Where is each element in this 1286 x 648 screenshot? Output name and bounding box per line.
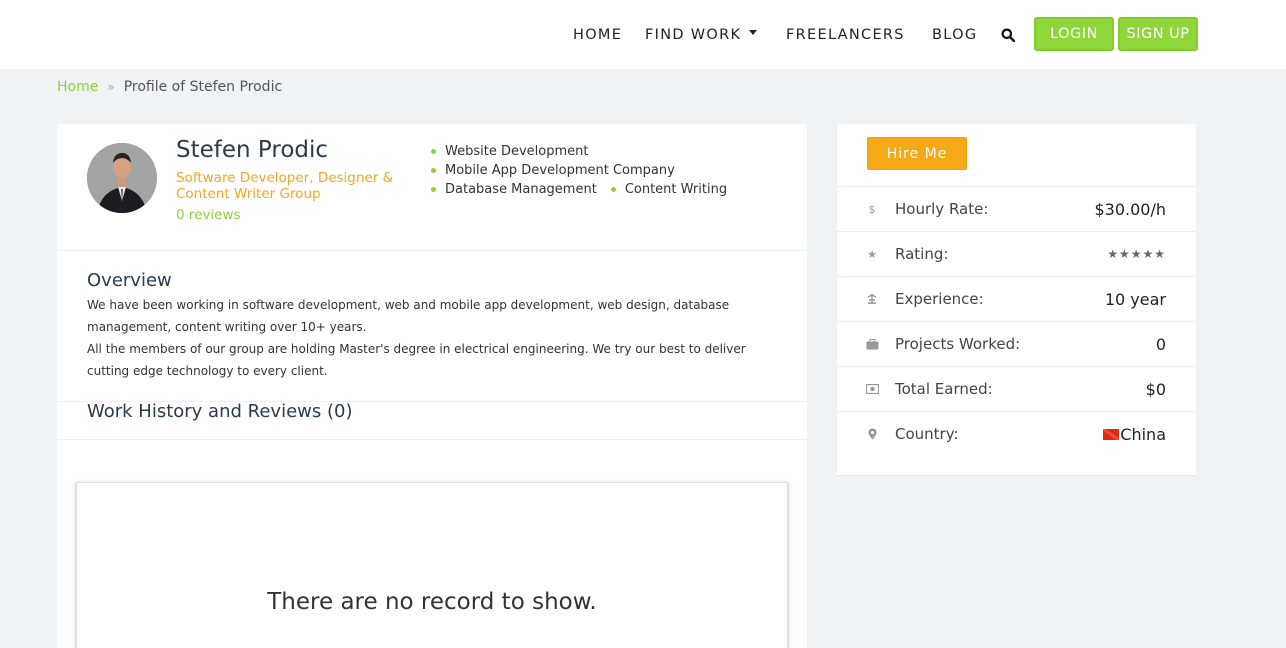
empty-state-panel: There are no record to show. xyxy=(76,482,788,648)
overview-text: We have been working in software develop… xyxy=(87,294,767,382)
hire-me-button[interactable]: Hire Me xyxy=(867,137,967,170)
stat-value: $0 xyxy=(1145,379,1166,399)
skill-item: Database Management xyxy=(431,182,597,197)
stat-value: $30.00/h xyxy=(1094,199,1166,219)
bullet-dot-icon xyxy=(610,187,616,192)
nav-blog[interactable]: BLOG xyxy=(932,0,977,69)
stat-country: Country: China xyxy=(837,411,1196,456)
nav-home[interactable]: HOME xyxy=(573,0,622,69)
profile-title: Software Developer, Designer & Content W… xyxy=(176,170,394,202)
nav-freelancers[interactable]: FREELANCERS xyxy=(786,0,905,69)
nav-freelancers-label[interactable]: FREELANCERS xyxy=(786,27,905,43)
breadcrumb: Home » Profile of Stefen Prodic xyxy=(57,79,282,95)
rating-stars: ★★★★★ xyxy=(1107,247,1166,261)
stats-card: Hire Me $ Hourly Rate: $30.00/h ★ Rating… xyxy=(837,124,1196,476)
stat-label: Country: xyxy=(895,425,959,443)
stat-projects-worked: Projects Worked: 0 xyxy=(837,321,1196,366)
login-button-label: LOGIN xyxy=(1050,26,1098,42)
stat-hourly-rate: $ Hourly Rate: $30.00/h xyxy=(837,186,1196,231)
nav-find-work-label[interactable]: FIND WORK xyxy=(645,27,741,43)
skill-item: Content Writing xyxy=(610,182,728,197)
map-pin-icon xyxy=(865,427,879,441)
nav-blog-label[interactable]: BLOG xyxy=(932,27,977,43)
stat-label: Projects Worked: xyxy=(895,335,1021,353)
breadcrumb-separator: » xyxy=(107,80,115,94)
skills-list: Website Development Mobile App Developme… xyxy=(431,142,741,199)
empty-state-message: There are no record to show. xyxy=(267,589,597,615)
avatar-image xyxy=(87,143,157,213)
hire-me-label: Hire Me xyxy=(886,145,948,162)
skill-label: Website Development xyxy=(445,144,589,159)
stat-label: Rating: xyxy=(895,245,949,263)
stat-label: Total Earned: xyxy=(895,380,993,398)
section-divider xyxy=(57,250,807,251)
money-icon xyxy=(865,382,879,396)
china-flag-icon xyxy=(1103,428,1120,440)
profile-card: Stefen Prodic Software Developer, Design… xyxy=(57,124,807,648)
bullet-dot-icon xyxy=(431,168,436,173)
breadcrumb-current: Profile of Stefen Prodic xyxy=(123,79,283,95)
experience-icon xyxy=(865,292,879,306)
skill-label: Content Writing xyxy=(624,182,728,197)
stat-experience: Experience: 10 year xyxy=(837,276,1196,321)
avatar xyxy=(87,143,157,213)
stat-value: 0 xyxy=(1155,334,1166,354)
work-history-heading: Work History and Reviews (0) xyxy=(87,401,353,422)
login-button[interactable]: LOGIN xyxy=(1034,17,1114,51)
bullet-dot-icon xyxy=(431,149,436,154)
profile-name: Stefen Prodic xyxy=(176,137,329,163)
breadcrumb-home-link[interactable]: Home xyxy=(57,79,98,95)
dollar-icon: $ xyxy=(868,202,876,216)
stat-label: Experience: xyxy=(895,290,984,308)
signup-button-label: SIGN UP xyxy=(1126,26,1190,42)
country-label: China xyxy=(1120,424,1166,444)
overview-paragraph-2: All the members of our group are holding… xyxy=(87,342,746,378)
signup-button[interactable]: SIGN UP xyxy=(1118,17,1198,51)
star-icon: ★ xyxy=(867,247,877,261)
stat-label: Hourly Rate: xyxy=(895,200,989,218)
chevron-down-icon[interactable] xyxy=(749,30,758,35)
nav-find-work[interactable]: FIND WORK xyxy=(645,0,758,69)
stat-value: 10 year xyxy=(1104,289,1166,309)
bullet-dot-icon xyxy=(431,187,436,192)
skill-label: Database Management xyxy=(445,182,597,197)
skill-label: Mobile App Development Company xyxy=(445,163,675,178)
section-divider xyxy=(57,439,807,440)
search-icon[interactable] xyxy=(1001,28,1015,42)
profile-reviews-link[interactable]: 0 reviews xyxy=(176,207,241,223)
overview-heading: Overview xyxy=(87,270,172,291)
nav-home-label[interactable]: HOME xyxy=(573,27,622,43)
top-navbar: HOME FIND WORK FREELANCERS BLOG LOGIN SI… xyxy=(0,0,1286,69)
briefcase-icon xyxy=(865,337,879,351)
stat-rating: ★ Rating: ★★★★★ xyxy=(837,231,1196,276)
stat-total-earned: Total Earned: $0 xyxy=(837,366,1196,411)
skill-item: Mobile App Development Company xyxy=(431,163,675,178)
country-value: China xyxy=(1103,425,1166,444)
skill-item: Website Development xyxy=(431,144,588,159)
overview-paragraph-1: We have been working in software develop… xyxy=(87,298,730,334)
